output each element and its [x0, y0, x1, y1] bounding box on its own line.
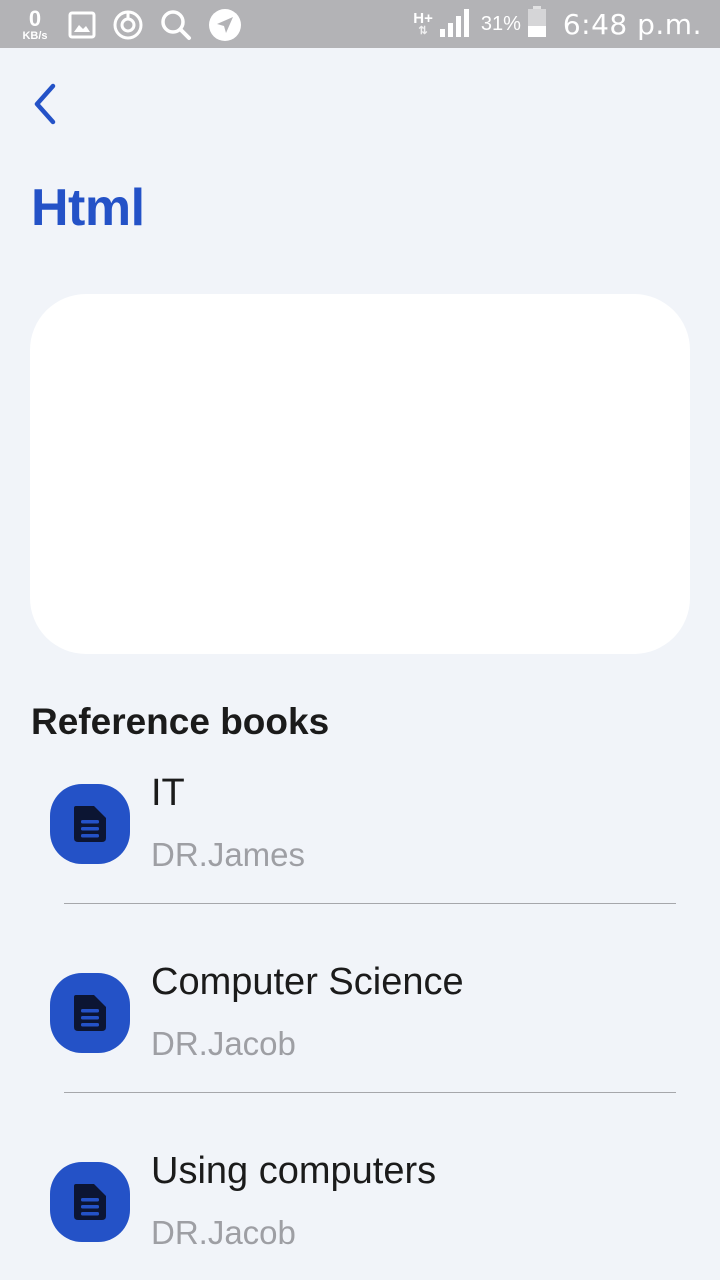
document-icon: [50, 973, 130, 1053]
network-arrows: ⇅: [418, 25, 428, 37]
book-item[interactable]: Computer Science DR.Jacob: [0, 959, 720, 1148]
network-type: H+ ⇅: [413, 11, 433, 37]
status-bar-left: 0 KB/s: [16, 6, 258, 44]
network-speed-unit: KB/s: [22, 30, 48, 42]
book-title: IT: [151, 772, 185, 814]
divider: [64, 1092, 676, 1093]
network-speed: 0 KB/s: [16, 8, 54, 42]
book-title: Computer Science: [151, 961, 464, 1003]
status-bar: 0 KB/s H+ ⇅ 31% 6:48 p.m.: [0, 0, 720, 48]
battery-icon: [527, 5, 547, 43]
document-icon: [50, 784, 130, 864]
book-item[interactable]: Using computers DR.Jacob: [0, 1148, 720, 1280]
book-author: DR.Jacob: [151, 1025, 296, 1062]
sync-icon: [112, 9, 144, 41]
book-list: IT DR.James Computer Science DR.Jacob Us: [0, 770, 720, 1280]
page-title: Html: [31, 179, 145, 237]
clock: 6:48 p.m.: [562, 7, 702, 41]
media-card: [30, 294, 690, 654]
status-bar-right: H+ ⇅ 31% 6:48 p.m.: [413, 4, 702, 44]
back-button[interactable]: [24, 80, 68, 128]
book-item[interactable]: IT DR.James: [0, 770, 720, 959]
network-speed-value: 0: [28, 6, 42, 31]
document-icon: [50, 1162, 130, 1242]
navigation-icon: [208, 8, 242, 42]
book-title: Using computers: [151, 1150, 437, 1192]
section-title: Reference books: [31, 701, 330, 742]
battery-percent: 31%: [480, 12, 521, 35]
signal-icon: [439, 7, 473, 42]
search-icon: [160, 9, 192, 41]
book-author: DR.Jacob: [151, 1214, 296, 1251]
chevron-left-icon: [34, 83, 56, 125]
divider: [64, 903, 676, 904]
gallery-icon: [68, 11, 96, 39]
book-author: DR.James: [151, 836, 306, 873]
